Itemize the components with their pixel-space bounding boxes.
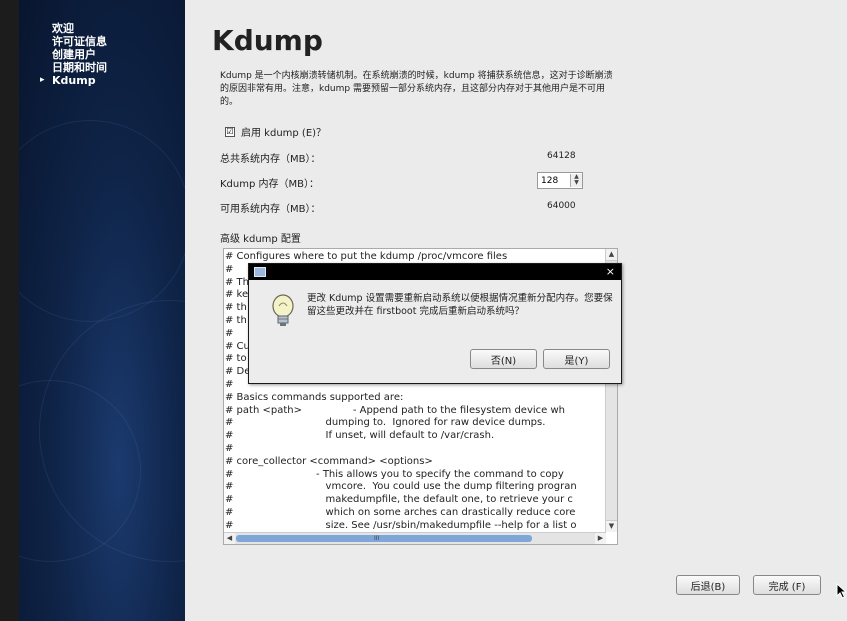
window-icon xyxy=(254,267,266,277)
dialog-message: 更改 Kdump 设置需要重新启动系统以便根据情况重新分配内存。您要保留这些更改… xyxy=(307,293,613,317)
sidebar-item-license: 许可证信息 xyxy=(52,35,107,48)
page-title: Kdump xyxy=(212,24,323,57)
total-memory-label: 总共系统内存（MB）： xyxy=(220,154,321,165)
spinner-arrows[interactable]: ▲ ▼ xyxy=(570,174,582,187)
dialog-titlebar: × xyxy=(249,264,621,280)
horizontal-scroll-thumb[interactable] xyxy=(236,535,532,542)
usable-memory-label: 可用系统内存（MB）： xyxy=(220,204,321,215)
scroll-down-icon[interactable]: ▼ xyxy=(606,520,617,532)
total-memory-value: 64128 xyxy=(547,151,576,161)
sidebar-item-create-user: 创建用户 xyxy=(52,48,96,61)
sidebar-item-date-time: 日期和时间 xyxy=(52,61,107,74)
advanced-config-label: 高级 kdump 配置 xyxy=(220,234,301,245)
enable-kdump-label: 启用 kdump (E)？ xyxy=(241,128,327,139)
scroll-right-icon[interactable]: ▶ xyxy=(595,533,606,544)
usable-memory-value: 64000 xyxy=(547,201,576,211)
no-button[interactable]: 否(N) xyxy=(470,349,537,369)
finish-button[interactable]: 完成 (F) xyxy=(753,575,821,595)
yes-button[interactable]: 是(Y) xyxy=(543,349,610,369)
mouse-cursor-icon xyxy=(836,583,847,599)
sidebar-item-welcome: 欢迎 xyxy=(52,22,74,35)
sidebar-decoration xyxy=(19,120,185,322)
sidebar-item-kdump: Kdump xyxy=(40,74,107,87)
scroll-up-icon[interactable]: ▲ xyxy=(606,249,617,261)
kdump-memory-label: Kdump 内存（MB）： xyxy=(220,179,319,190)
close-icon[interactable]: × xyxy=(606,265,615,279)
sidebar: 欢迎 许可证信息 创建用户 日期和时间 Kdump xyxy=(19,0,185,621)
lightbulb-icon xyxy=(272,294,294,326)
page-description: Kdump 是一个内核崩溃转储机制。在系统崩溃的时候，kdump 将捕获系统信息… xyxy=(220,71,613,107)
scroll-left-icon[interactable]: ◀ xyxy=(224,533,235,544)
enable-kdump-checkbox[interactable]: ☑ xyxy=(225,126,235,137)
kdump-memory-spinner[interactable]: 128 ▲ ▼ xyxy=(537,172,583,189)
restart-confirm-dialog: × 更改 Kdump 设置需要重新启动系统以便根据情况重新分配内存。您要保留这些… xyxy=(248,263,622,384)
scroll-grip-icon: III xyxy=(374,535,380,542)
horizontal-scrollbar[interactable]: ◀ III ▶ xyxy=(224,532,606,544)
sidebar-nav: 欢迎 许可证信息 创建用户 日期和时间 Kdump xyxy=(40,22,107,87)
back-button[interactable]: 后退(B) xyxy=(676,575,740,595)
kdump-memory-value[interactable]: 128 xyxy=(538,176,570,186)
spinner-down-icon[interactable]: ▼ xyxy=(574,179,579,186)
left-edge-strip xyxy=(0,0,19,621)
enable-kdump-row[interactable]: ☑ 启用 kdump (E)？ xyxy=(225,124,326,139)
